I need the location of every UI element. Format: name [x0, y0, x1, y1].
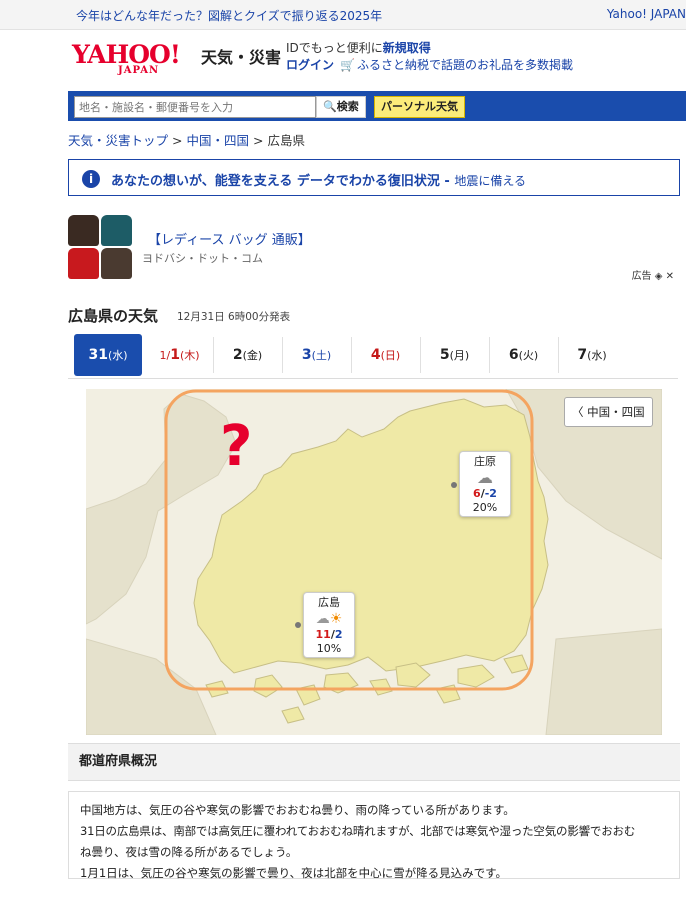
city-temperature: 6/-2 [473, 487, 497, 500]
weather-section-title: 広島県の天気 [68, 307, 159, 325]
search-bar: 🔍検索 パーソナル天気 [68, 91, 686, 121]
site-header: YAHOO! JAPAN 天気・災害 IDでもっと便利に新規取得 ログイン 🛒 ふる… [68, 40, 678, 80]
date-tabs: 31(水) 1/1(木) 2(金) 3(土) 4(日) 5(月) 6(火) 7(… [68, 334, 678, 379]
notice-main-text: あなたの想いが、能登を支える データでわかる復旧状況 [111, 174, 440, 189]
tab-weekday: (土) [311, 349, 332, 362]
id-promo-text: IDでもっと便利に [286, 41, 383, 55]
tab-day[interactable]: 1/1(木) [146, 337, 214, 373]
region-back-button[interactable]: 〈 中国・四国 [564, 397, 653, 427]
tab-weekday: (水) [587, 349, 607, 362]
high-temp: 6 [473, 487, 481, 500]
ad-info-icon[interactable]: ◈ [652, 271, 663, 282]
tab-weekday: (日) [380, 349, 401, 362]
tab-weekday: (水) [107, 349, 128, 362]
bag-thumbnails [68, 215, 132, 279]
tab-day-number: 2 [232, 347, 243, 363]
city-temperature: 11/2 [315, 628, 343, 641]
ad-label-text: 広告 [631, 271, 652, 282]
header-links: IDでもっと便利に新規取得 ログイン 🛒 ふるさと納税で話題のお礼品を多数掲載 [286, 40, 573, 74]
tab-day[interactable]: 3(土) [282, 337, 352, 373]
ad-label[interactable]: 広告 ◈ ✕ [632, 267, 674, 282]
tab-day[interactable]: 6(火) [489, 337, 559, 373]
close-icon[interactable]: ✕ [662, 271, 674, 282]
bag-thumb-image [68, 215, 99, 246]
tab-day[interactable]: 5(月) [420, 337, 490, 373]
overview-line: 31日の広島県は、南部では高気圧に覆われておおむね晴れますが、北部では寒気や湿っ… [80, 824, 636, 838]
notice-sub-link[interactable]: 地震に備える [454, 174, 526, 188]
tab-day-number: 3 [301, 347, 312, 363]
tab-day-number: 31 [88, 347, 108, 363]
furusato-link[interactable]: ふるさと納税で話題のお礼品を多数掲載 [357, 58, 573, 72]
tab-day[interactable]: 2(金) [213, 337, 283, 373]
weather-map[interactable]: 〈 中国・四国 ? 庄原 ☁ 6/-2 20% 広島 ☁☀ 11/2 10% [86, 389, 662, 735]
hiroshima-map-graphic [86, 389, 662, 735]
issued-time: 12月31日 6時00分発表 [177, 311, 291, 323]
top-promo-bar: 今年はどんな年だった？図解とクイズで振り返る2025年 Yahoo! JAPAN [0, 0, 686, 30]
tab-day[interactable]: 4(日) [351, 337, 421, 373]
breadcrumb-top[interactable]: 天気・災害トップ [68, 133, 168, 148]
breadcrumb-current: 広島県 [267, 133, 305, 148]
city-weather-card[interactable]: 広島 ☁☀ 11/2 10% [303, 592, 355, 658]
search-input[interactable] [74, 96, 316, 118]
signup-link[interactable]: 新規取得 [383, 41, 431, 55]
search-button-label: 検索 [336, 100, 359, 113]
ad-title[interactable]: 【レディース バッグ 通販】 [148, 229, 311, 248]
yahoo-japan-link[interactable]: Yahoo! JAPAN [607, 7, 686, 21]
city-weather-card[interactable]: 庄原 ☁ 6/-2 20% [459, 451, 511, 517]
tab-day[interactable]: 7(水) [558, 337, 626, 373]
chevron-left-icon: 〈 [572, 405, 588, 419]
question-mark: ? [220, 414, 253, 479]
bag-thumb-image [101, 248, 132, 279]
breadcrumb: 天気・災害トップ > 中国・四国 > 広島県 [68, 130, 305, 149]
service-title[interactable]: 天気・災害 [201, 44, 281, 68]
tab-day-number: 5 [439, 347, 450, 363]
tab-weekday: (火) [518, 349, 539, 362]
personal-weather-button[interactable]: パーソナル天気 [374, 96, 465, 118]
breadcrumb-separator: > [172, 133, 183, 148]
city-name: 広島 [318, 596, 340, 609]
low-temp: 2 [334, 628, 343, 641]
breadcrumb-separator: > [252, 133, 264, 148]
notice-banner[interactable]: i あなたの想いが、能登を支える データでわかる復旧状況 - 地震に備える [68, 159, 680, 196]
ad-source: ヨドバシ・ドット・コム [142, 252, 263, 265]
tab-weekday: (木) [179, 349, 200, 362]
cloudy-icon: ☁ [477, 468, 493, 487]
tab-day-number: 7 [577, 347, 588, 363]
tab-month-prefix: 1/ [159, 349, 171, 362]
overview-line: ね曇り、夜は雪の降る所があるでしょう。 [80, 845, 298, 859]
tab-day-number: 6 [508, 347, 519, 363]
logo-sub-text: JAPAN [118, 65, 160, 76]
overview-line: 1月1日は、気圧の谷や寒気の影響で曇り、夜は北部を中心に雪が降る見込みです。 [80, 866, 508, 880]
region-back-label: 中国・四国 [587, 405, 645, 419]
tab-weekday: (金) [242, 349, 263, 362]
tab-day-number: 1 [170, 347, 180, 363]
ad-banner[interactable]: 【レディース バッグ 通販】 ヨドバシ・ドット・コム 広告 ◈ ✕ [68, 215, 680, 283]
bag-thumb-image [68, 248, 99, 279]
cart-icon: 🛒 [340, 58, 355, 72]
tab-day[interactable]: 31(水) [74, 334, 142, 376]
bag-thumb-image [101, 215, 132, 246]
login-link[interactable]: ログイン [286, 58, 334, 72]
high-temp: 11 [315, 628, 331, 641]
search-icon: 🔍 [323, 100, 337, 113]
notice-message: あなたの想いが、能登を支える データでわかる復旧状況 - 地震に備える [111, 174, 526, 189]
yahoo-logo[interactable]: YAHOO! JAPAN [72, 40, 181, 76]
cloudy-sunny-icon: ☁☀ [315, 611, 343, 627]
overview-heading: 都道府県概況 [68, 743, 680, 781]
tab-day-number: 4 [370, 347, 381, 363]
precip-probability: 10% [316, 642, 342, 655]
city-name: 庄原 [474, 455, 496, 468]
precip-probability: 20% [472, 501, 498, 514]
tab-weekday: (月) [449, 349, 470, 362]
promo-link[interactable]: 今年はどんな年だった？図解とクイズで振り返る2025年 [76, 7, 382, 24]
search-button[interactable]: 🔍検索 [316, 96, 366, 118]
info-icon: i [82, 170, 100, 188]
breadcrumb-region[interactable]: 中国・四国 [186, 133, 249, 148]
overview-text: 中国地方は、気圧の谷や寒気の影響でおおむね曇り、雨の降っている所があります。 3… [68, 791, 680, 880]
overview-line: 中国地方は、気圧の谷や寒気の影響でおおむね曇り、雨の降っている所があります。 [80, 803, 515, 817]
low-temp: -2 [484, 487, 497, 500]
